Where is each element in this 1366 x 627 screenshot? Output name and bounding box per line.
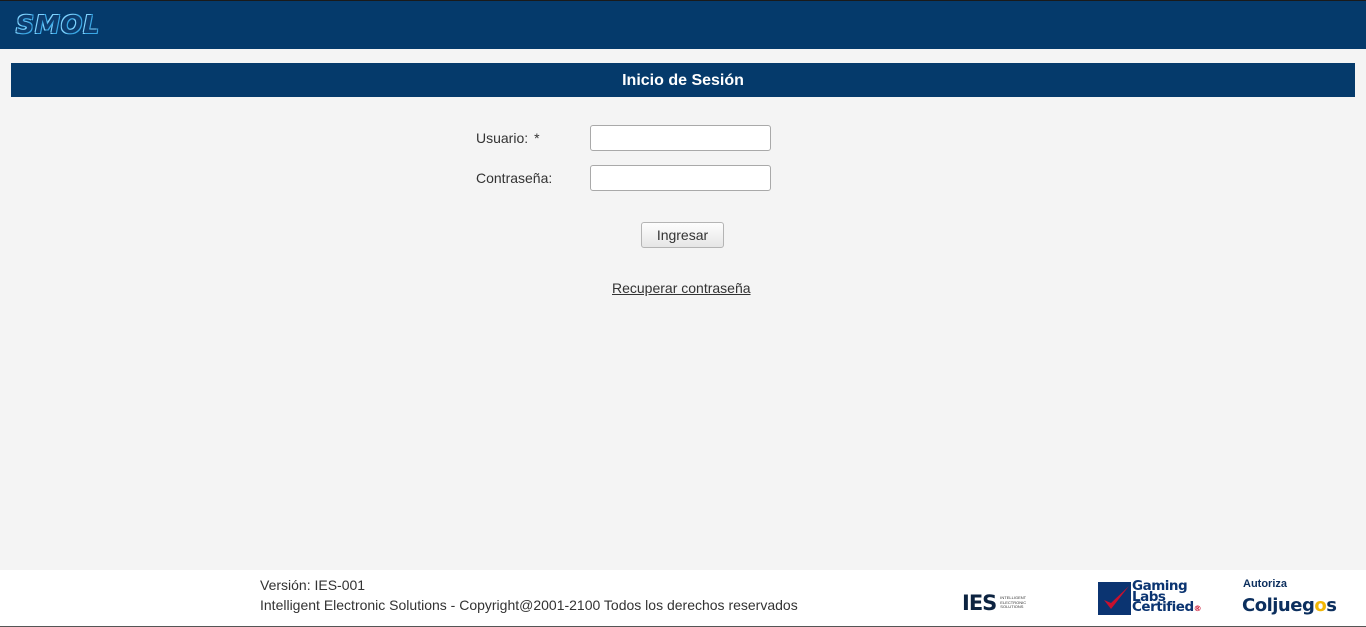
username-label: Usuario: * [476,130,540,146]
ies-logo: IES INTELLIGENT ELECTRONIC SOLUTIONS [962,592,1034,614]
checkmark-icon [1104,586,1129,609]
coljuegos-text-b: s [1326,595,1337,616]
coljuegos-o: o [1314,595,1327,616]
coljuegos-authorizes-label: Autoriza [1243,578,1287,590]
password-input[interactable] [590,165,771,191]
username-input[interactable] [590,125,771,151]
coljuegos-text-a: Coljueg [1242,595,1315,616]
recover-password-link[interactable]: Recuperar contraseña [612,280,751,296]
copyright-text: Intelligent Electronic Solutions - Copyr… [260,597,798,613]
smol-logo[interactable]: SMOL [16,12,100,37]
password-label: Contraseña: [476,170,553,186]
username-label-text: Usuario: [476,130,529,146]
coljuegos-logo: Coljuegos [1242,595,1337,616]
ies-logo-mark: IES [962,591,997,615]
gaming-labs-line3: Certified® [1132,599,1202,615]
ies-logo-subtitle: INTELLIGENT ELECTRONIC SOLUTIONS [1000,595,1027,610]
page-title: Inicio de Sesión [11,63,1355,97]
required-mark: * [534,130,540,146]
gaming-labs-certified: Certified [1132,599,1194,615]
gaming-labs-text: Gaming Labs Certified® [1132,580,1202,615]
registered-mark: ® [1193,604,1202,613]
top-header: SMOL [0,0,1366,49]
login-button[interactable]: Ingresar [641,222,724,248]
version-text: Versión: IES-001 [260,577,366,593]
gaming-labs-logo: Gaming Labs Certified® [1098,580,1202,616]
